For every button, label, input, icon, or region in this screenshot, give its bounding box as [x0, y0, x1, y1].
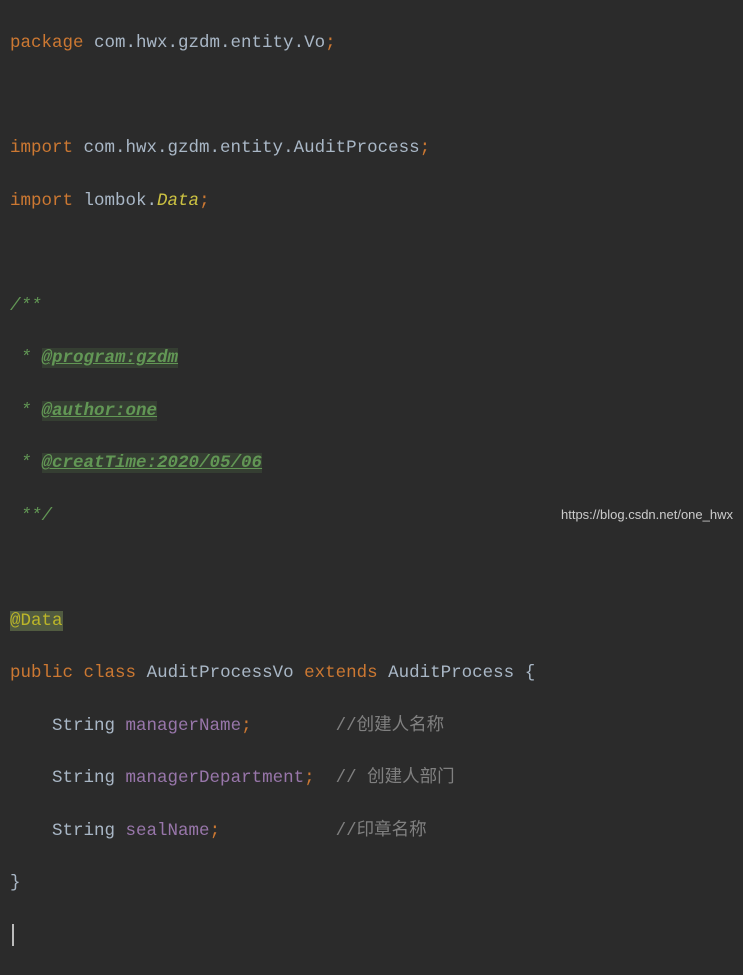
code-line: @Data — [10, 608, 743, 634]
comment-sealname: //印章名称 — [336, 821, 427, 841]
keyword-import: import — [10, 191, 73, 211]
code-line-blank — [10, 83, 743, 109]
watermark: https://blog.csdn.net/one_hwx — [561, 505, 733, 525]
semicolon: ; — [199, 191, 210, 211]
padding — [315, 768, 336, 788]
space — [115, 768, 126, 788]
space — [378, 663, 389, 683]
code-line: import lombok.Data; — [10, 188, 743, 214]
keyword-extends: extends — [304, 663, 378, 683]
javadoc-star: * — [10, 453, 42, 473]
class-name: AuditProcessVo — [147, 663, 294, 683]
type-string: String — [52, 716, 115, 736]
brace-open: { — [525, 663, 536, 683]
indent — [10, 821, 52, 841]
package-path: com.hwx.gzdm.entity.Vo — [94, 33, 325, 53]
brace-close: } — [10, 873, 21, 893]
keyword-public: public — [10, 663, 73, 683]
semicolon: ; — [210, 821, 221, 841]
space — [294, 663, 305, 683]
keyword-package: package — [10, 33, 84, 53]
javadoc-star: * — [10, 401, 42, 421]
code-line: } — [10, 870, 743, 896]
code-line-blank — [10, 555, 743, 581]
semicolon: ; — [304, 768, 315, 788]
semicolon: ; — [241, 716, 252, 736]
code-line: String sealName; //印章名称 — [10, 818, 743, 844]
javadoc-tag-program: @program:gzdm — [42, 348, 179, 368]
indent — [10, 716, 52, 736]
javadoc-close: **/ — [10, 506, 52, 526]
space — [73, 663, 84, 683]
indent — [10, 768, 52, 788]
semicolon: ; — [420, 138, 431, 158]
comment-managername: //创建人名称 — [336, 716, 445, 736]
import-path: lombok. — [84, 191, 158, 211]
javadoc-tag-author: @author:one — [42, 401, 158, 421]
code-line: /** — [10, 293, 743, 319]
type-string: String — [52, 768, 115, 788]
code-line: public class AuditProcessVo extends Audi… — [10, 660, 743, 686]
space — [115, 821, 126, 841]
field-managerdepartment: managerDepartment — [126, 768, 305, 788]
code-line: * @creatTime:2020/05/06 — [10, 450, 743, 476]
code-line: import com.hwx.gzdm.entity.AuditProcess; — [10, 135, 743, 161]
code-line: * @author:one — [10, 398, 743, 424]
javadoc-tag-creattime: @creatTime:2020/05/06 — [42, 453, 263, 473]
javadoc-open: /** — [10, 296, 42, 316]
padding — [220, 821, 336, 841]
field-managername: managerName — [126, 716, 242, 736]
keyword-class: class — [84, 663, 137, 683]
code-editor: package com.hwx.gzdm.entity.Vo; import c… — [0, 0, 743, 975]
code-line: * @program:gzdm — [10, 345, 743, 371]
keyword-import: import — [10, 138, 73, 158]
space — [514, 663, 525, 683]
space — [115, 716, 126, 736]
code-line: String managerName; //创建人名称 — [10, 713, 743, 739]
code-line-cursor — [10, 923, 743, 949]
padding — [252, 716, 336, 736]
space — [84, 33, 95, 53]
field-sealname: sealName — [126, 821, 210, 841]
superclass-name: AuditProcess — [388, 663, 514, 683]
space — [73, 191, 84, 211]
code-line-blank — [10, 240, 743, 266]
code-line: String managerDepartment; // 创建人部门 — [10, 765, 743, 791]
type-string: String — [52, 821, 115, 841]
comment-managerdepartment: // 创建人部门 — [336, 768, 455, 788]
annotation-data: @Data — [10, 611, 63, 631]
space — [136, 663, 147, 683]
javadoc-star: * — [10, 348, 42, 368]
import-class: Data — [157, 191, 199, 211]
code-line: package com.hwx.gzdm.entity.Vo; — [10, 30, 743, 56]
semicolon: ; — [325, 33, 336, 53]
space — [73, 138, 84, 158]
caret-icon — [12, 924, 14, 946]
import-path: com.hwx.gzdm.entity.AuditProcess — [84, 138, 420, 158]
